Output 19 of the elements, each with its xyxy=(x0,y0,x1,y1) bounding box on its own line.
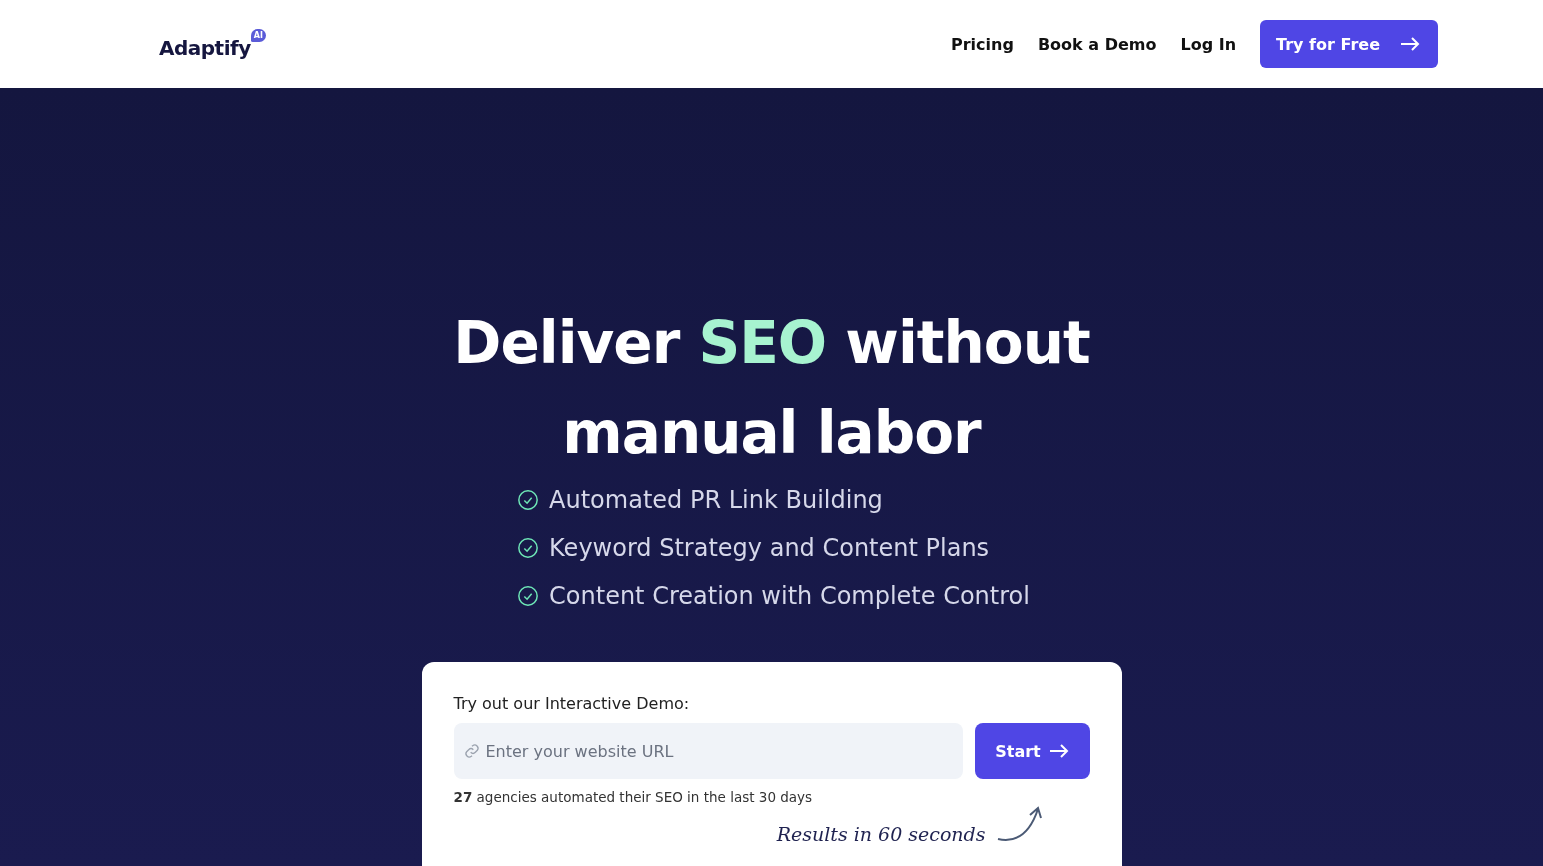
try-free-button[interactable]: Try for Free xyxy=(1260,20,1438,68)
start-button[interactable]: Start xyxy=(974,723,1090,779)
nav-link[interactable]: Log In xyxy=(1180,34,1237,54)
agencies-stat-text: 27 agencies automated their SEO in the last 30 days xyxy=(453,789,814,805)
feature-text: Content Creation with Complete Control xyxy=(549,582,1030,610)
nav-link[interactable]: Pricing xyxy=(951,34,1014,54)
nav-link[interactable]: Book a Demo xyxy=(1037,34,1157,54)
arrow-right-icon xyxy=(1048,744,1069,758)
check-circle-icon xyxy=(517,537,540,559)
check-circle-icon xyxy=(517,489,540,511)
url-input-field[interactable]: Enter your website URL xyxy=(453,723,963,779)
results-note: Results in 60 seconds xyxy=(776,823,986,845)
headline: Deliver SEO without manual labor xyxy=(452,308,1091,469)
feature-text: Automated PR Link Building xyxy=(549,486,883,514)
link-icon xyxy=(463,743,480,759)
check-circle-icon xyxy=(517,585,540,607)
feature-text: Keyword Strategy and Content Plans xyxy=(549,534,990,562)
arrow-right-icon xyxy=(1400,37,1420,51)
demo-label: Try out our Interactive Demo: xyxy=(453,694,691,713)
